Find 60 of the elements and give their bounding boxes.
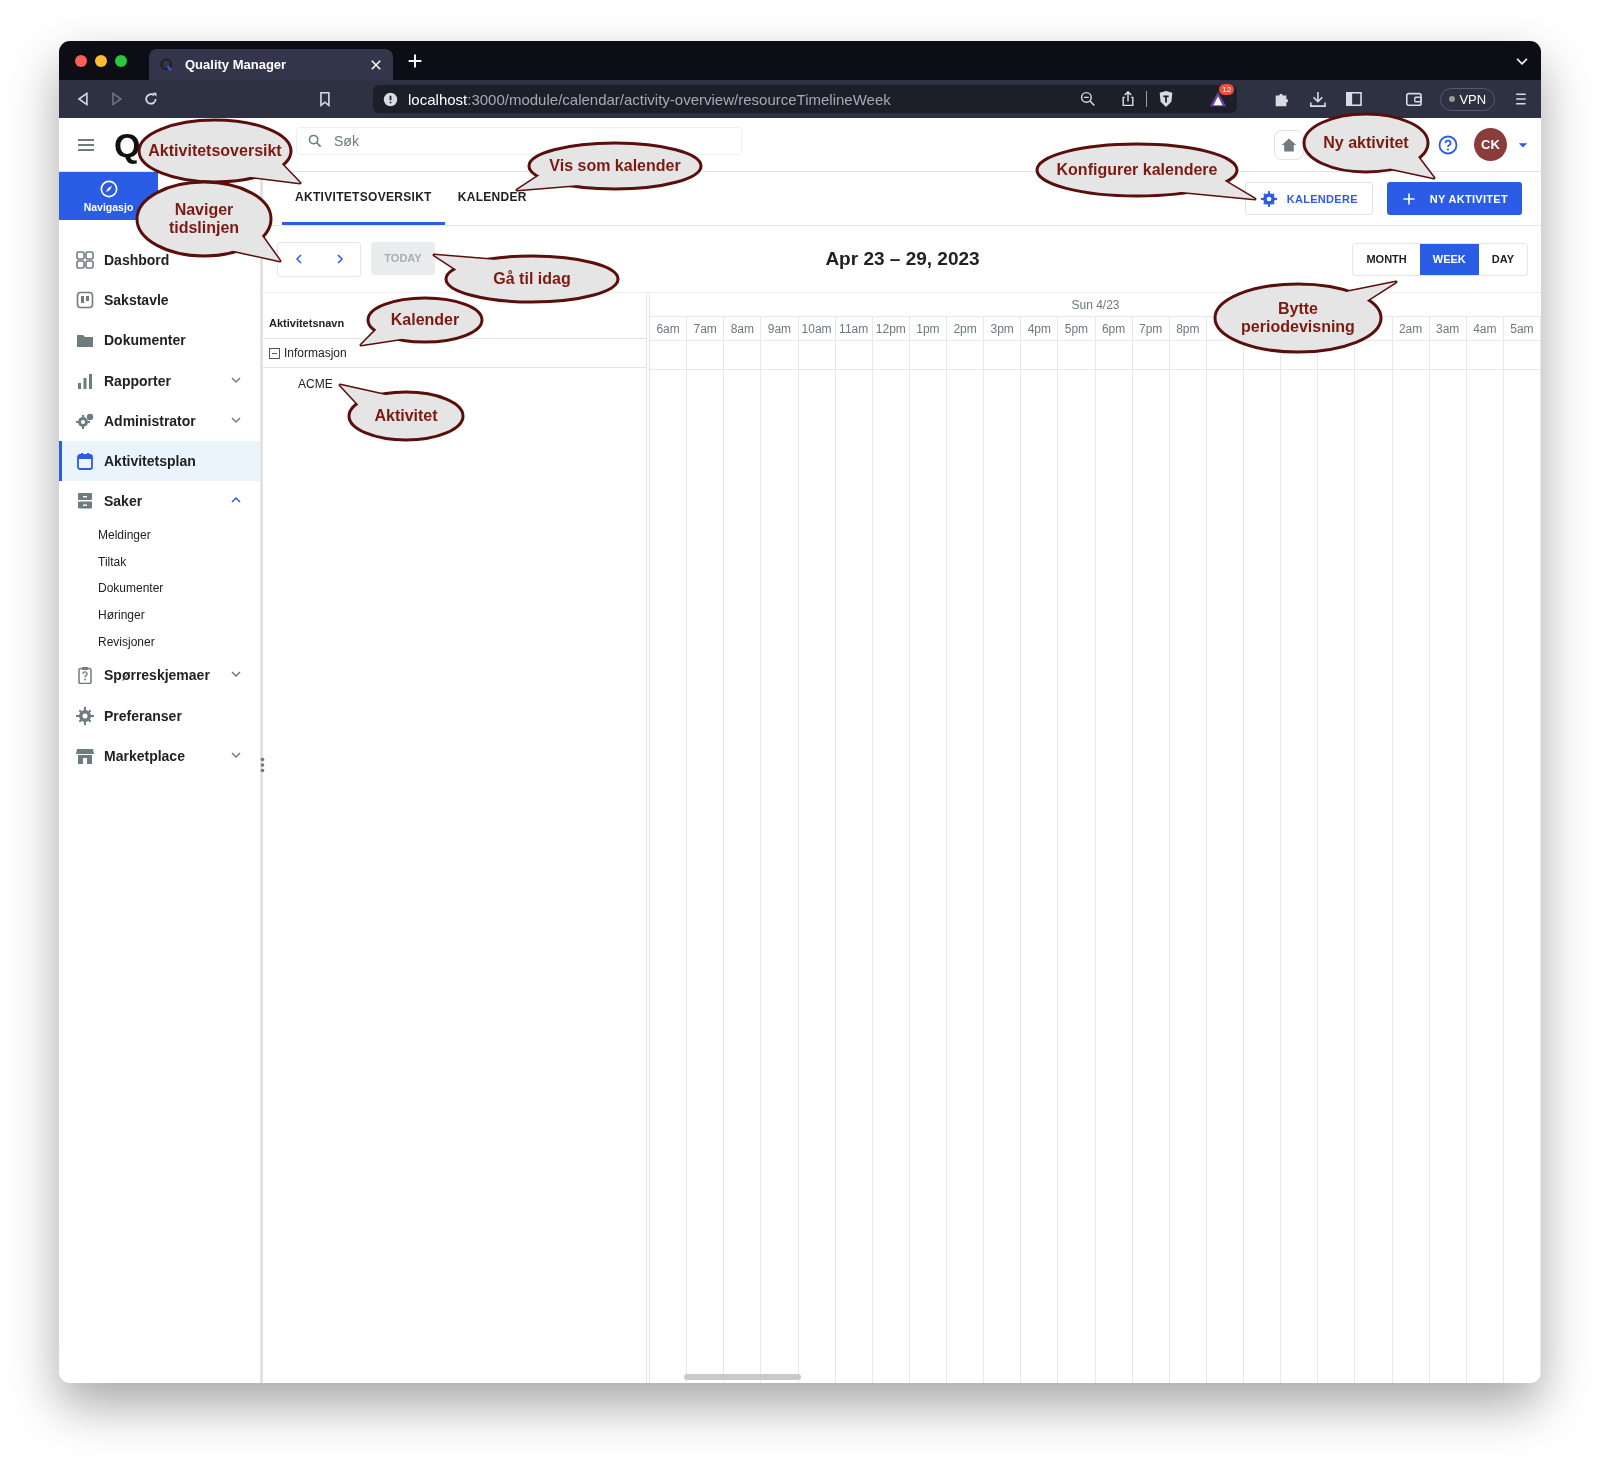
browser-tab[interactable]: Quality Manager xyxy=(149,49,393,80)
hour-label: 5am xyxy=(1510,321,1534,336)
sidebar-item[interactable]: Aktivitetsplan xyxy=(59,440,260,482)
view-button[interactable]: DAY xyxy=(1478,243,1527,275)
hour-label: 12pm xyxy=(875,321,906,336)
sidebar-subitem[interactable]: Dokumenter xyxy=(59,574,260,602)
sidebar-item[interactable]: Saker xyxy=(59,481,260,522)
hour-label: 9am xyxy=(767,321,792,336)
hour-label: 7pm xyxy=(1139,321,1163,336)
hour-label: 10am xyxy=(801,321,832,336)
callout-text: Vis som kalender xyxy=(549,156,681,176)
view-button[interactable]: MONTH xyxy=(1353,243,1420,275)
hour-label: 6am xyxy=(656,321,680,336)
callout-text: Aktivitet xyxy=(374,406,438,426)
sidebar-item[interactable]: Dashbord xyxy=(59,240,260,281)
column-header: Aktivitetsnavn xyxy=(269,317,345,329)
calendars-button[interactable]: KALENDERE xyxy=(1244,182,1373,215)
hour-label: 8pm xyxy=(1176,321,1200,336)
callout-text: Gå til idag xyxy=(493,269,571,289)
group-label: Informasjon xyxy=(284,346,347,360)
hour-label: 4pm xyxy=(1027,321,1051,336)
resource-label: ACME xyxy=(298,377,333,391)
sidebar-item[interactable]: Sakstavle xyxy=(59,280,260,321)
navigation-tab[interactable]: Navigasjo xyxy=(59,172,158,220)
callout-text: Bytte periodevisning xyxy=(1240,299,1356,337)
logo: Q xyxy=(114,127,141,162)
hour-label: 11am xyxy=(839,321,869,336)
sidebar-subitem[interactable]: Tiltak xyxy=(59,548,260,575)
sidebar-subitem[interactable]: Meldinger xyxy=(59,521,260,549)
avatar[interactable]: CK xyxy=(1474,128,1507,161)
sidebar-subitem[interactable]: Høringer xyxy=(59,601,260,629)
sidebar-item[interactable]: Administrator xyxy=(59,400,260,441)
hour-label: 2pm xyxy=(953,321,977,336)
hour-label: 8am xyxy=(730,321,754,336)
hour-label: 6pm xyxy=(1101,321,1126,336)
callout-text: Naviger tidslinjen xyxy=(167,200,241,238)
view-button[interactable]: WEEK xyxy=(1419,243,1479,275)
new-activity-button[interactable]: NY AKTIVITET xyxy=(1386,182,1522,215)
hour-label: 3pm xyxy=(990,321,1014,336)
sidebar-subitem[interactable]: Revisjoner xyxy=(59,628,260,656)
callout-text: Aktivitetsoversikt xyxy=(148,141,282,161)
sidebar-item[interactable]: Marketplace xyxy=(59,735,260,776)
hour-label: 4am xyxy=(1473,321,1497,336)
sidebar-item[interactable]: Preferanser xyxy=(59,695,260,736)
hour-label: 3am xyxy=(1436,321,1460,336)
tab[interactable]: KALENDER xyxy=(444,172,540,225)
date-range-title: Apr 23 – 29, 2023 xyxy=(825,248,980,270)
sidebar-item[interactable]: Dokumenter xyxy=(59,320,260,361)
day-header: Sun 4/23 xyxy=(1071,297,1120,312)
callout-text: Ny aktivitet xyxy=(1323,133,1409,153)
notification-badge: 12 xyxy=(1219,84,1235,95)
hour-label: 7am xyxy=(693,321,717,336)
hour-label: 1pm xyxy=(916,321,940,336)
callout-text: Kalender xyxy=(390,310,460,330)
address-bar[interactable]: localhost:3000/module/calendar/activity-overview/resourceTimelineWeek 12 xyxy=(373,85,1238,113)
callout-text: Konfigurer kalendere xyxy=(1056,160,1218,180)
hour-label: 2am xyxy=(1398,321,1423,336)
hour-label: 5pm xyxy=(1064,321,1089,336)
sidebar-item[interactable]: Spørreskjemaer xyxy=(59,655,260,696)
sidebar-item[interactable]: Rapporter xyxy=(59,360,260,401)
